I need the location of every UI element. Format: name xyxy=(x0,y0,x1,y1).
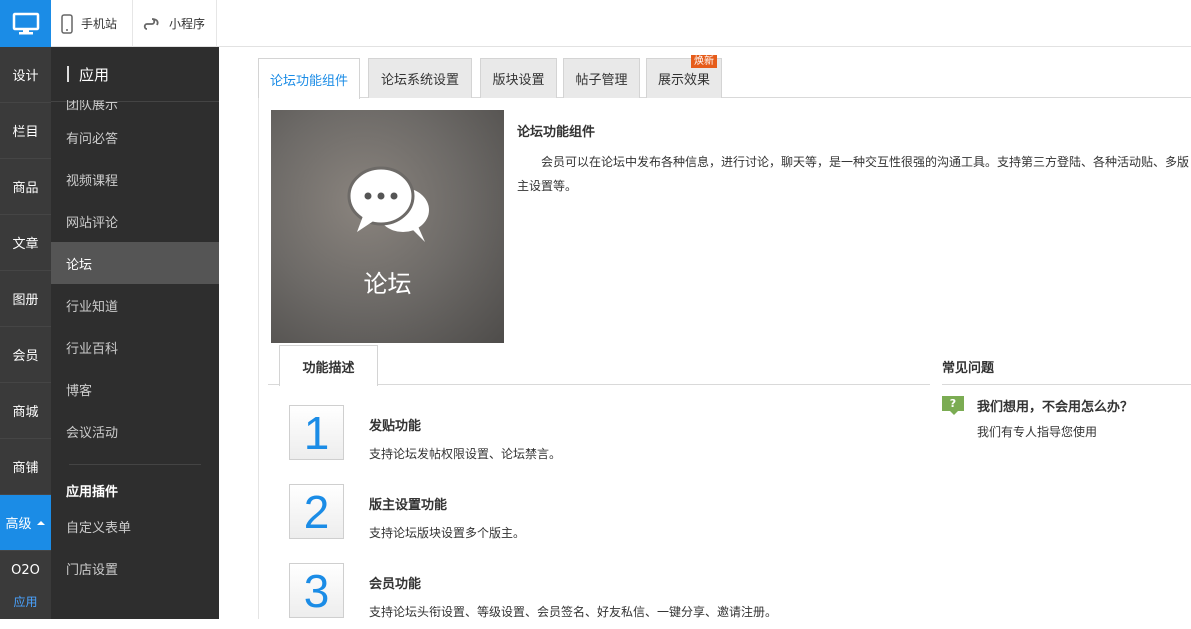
feature-item: 1 发贴功能 支持论坛发帖权限设置、论坛禁言。 xyxy=(289,405,929,465)
sub-item-team[interactable]: 团队展示 xyxy=(51,100,219,116)
rail-item-mall[interactable]: 商城 xyxy=(0,383,51,439)
top-bar: 手机站 小程序 xyxy=(0,0,1191,47)
tab-board-settings[interactable]: 版块设置 xyxy=(480,58,557,98)
feature-number: 3 xyxy=(289,563,344,618)
forum-hero-image: 论坛 xyxy=(271,110,504,343)
feature-desc: 支持论坛发帖权限设置、论坛禁言。 xyxy=(369,447,562,461)
feature-title: 版主设置功能 xyxy=(369,498,448,513)
feature-title: 会员功能 xyxy=(369,577,422,592)
rail-item-article[interactable]: 文章 xyxy=(0,215,51,271)
faq-question[interactable]: 我们想用，不会用怎么办？ xyxy=(977,396,1133,415)
mobile-site-tab[interactable]: 手机站 xyxy=(51,0,133,47)
tab-forum-system-settings[interactable]: 论坛系统设置 xyxy=(368,58,472,98)
feature-desc: 支持论坛版块设置多个版主。 xyxy=(369,526,526,540)
sub-nav-divider xyxy=(69,464,201,465)
sub-item-custom-form[interactable]: 自定义表单 xyxy=(51,505,219,547)
feature-item: 2 版主设置功能 支持论坛版块设置多个版主。 xyxy=(289,484,929,544)
faq-divider xyxy=(942,384,1191,385)
feature-tabs: 功能描述 xyxy=(268,345,930,386)
header-bar-decoration xyxy=(67,66,69,82)
feature-number: 2 xyxy=(289,484,344,539)
sub-item-store-settings[interactable]: 门店设置 xyxy=(51,547,219,589)
sub-nav: 应用 团队展示 有问必答 视频课程 网站评论 论坛 行业知道 行业百科 博客 会… xyxy=(51,47,219,619)
mini-program-icon xyxy=(143,17,159,30)
desktop-logo-icon[interactable] xyxy=(0,0,51,47)
sub-item-forum[interactable]: 论坛 xyxy=(51,242,219,284)
rail-item-shop[interactable]: 商铺 xyxy=(0,439,51,495)
mini-program-tab[interactable]: 小程序 xyxy=(133,0,217,47)
sub-item-industry-wiki[interactable]: 行业百科 xyxy=(51,326,219,368)
tab-display-effect-label: 展示效果 xyxy=(657,73,710,88)
feature-item: 3 会员功能 支持论坛头衔设置、等级设置、会员签名、好友私信、一键分享、邀请注册… xyxy=(289,563,929,623)
mobile-site-label: 手机站 xyxy=(81,17,118,31)
tab-display-effect[interactable]: 展示效果 焕新 xyxy=(646,55,722,98)
main-nav-rail: 设计 栏目 商品 文章 图册 会员 商城 商铺 高级 O2O 应用 xyxy=(0,47,51,619)
sub-item-qa[interactable]: 有问必答 xyxy=(51,116,219,158)
sub-item-industry-know[interactable]: 行业知道 xyxy=(51,284,219,326)
rail-item-app[interactable]: 应用 xyxy=(0,589,51,629)
caret-up-icon xyxy=(36,520,45,525)
faq-answer: 我们有专人指导您使用 xyxy=(977,425,1098,439)
content-left-border xyxy=(258,98,259,619)
feature-number: 1 xyxy=(289,405,344,460)
rail-item-design[interactable]: 设计 xyxy=(0,47,51,103)
forum-tabs: 论坛功能组件 论坛系统设置 版块设置 帖子管理 展示效果 焕新 xyxy=(258,55,1191,99)
rail-item-member[interactable]: 会员 xyxy=(0,327,51,383)
hero-label: 论坛 xyxy=(363,270,412,298)
rail-item-album[interactable]: 图册 xyxy=(0,271,51,327)
sub-nav-title: 应用 xyxy=(79,65,110,84)
sub-item-video-course[interactable]: 视频课程 xyxy=(51,158,219,200)
mini-program-label: 小程序 xyxy=(169,17,206,31)
question-icon: ? xyxy=(942,396,964,415)
rail-item-advanced[interactable]: 高级 xyxy=(0,495,51,551)
sub-group-plugins: 应用插件 xyxy=(66,484,119,500)
sub-item-site-comments[interactable]: 网站评论 xyxy=(51,200,219,242)
sub-nav-header: 应用 xyxy=(51,47,219,102)
rail-item-product[interactable]: 商品 xyxy=(0,159,51,215)
component-description: 会员可以在论坛中发布各种信息，进行讨论，聊天等，是一种交互性很强的沟通工具。支持… xyxy=(517,155,1190,193)
rail-item-column[interactable]: 栏目 xyxy=(0,103,51,159)
tab-post-management[interactable]: 帖子管理 xyxy=(563,58,640,98)
rail-item-o2o[interactable]: O2O xyxy=(0,551,51,589)
component-title: 论坛功能组件 xyxy=(517,125,596,140)
new-badge: 焕新 xyxy=(691,55,717,68)
feature-title: 发贴功能 xyxy=(369,419,422,434)
faq-title: 常见问题 xyxy=(942,361,995,376)
chat-bubbles-icon xyxy=(347,166,429,242)
phone-icon xyxy=(61,13,73,34)
sub-item-meeting[interactable]: 会议活动 xyxy=(51,410,219,452)
tab-feature-description[interactable]: 功能描述 xyxy=(279,345,378,386)
rail-item-advanced-label: 高级 xyxy=(5,517,32,532)
sub-item-blog[interactable]: 博客 xyxy=(51,368,219,410)
feature-desc: 支持论坛头衔设置、等级设置、会员签名、好友私信、一键分享、邀请注册。 xyxy=(369,605,778,619)
tab-forum-component[interactable]: 论坛功能组件 xyxy=(258,58,360,99)
